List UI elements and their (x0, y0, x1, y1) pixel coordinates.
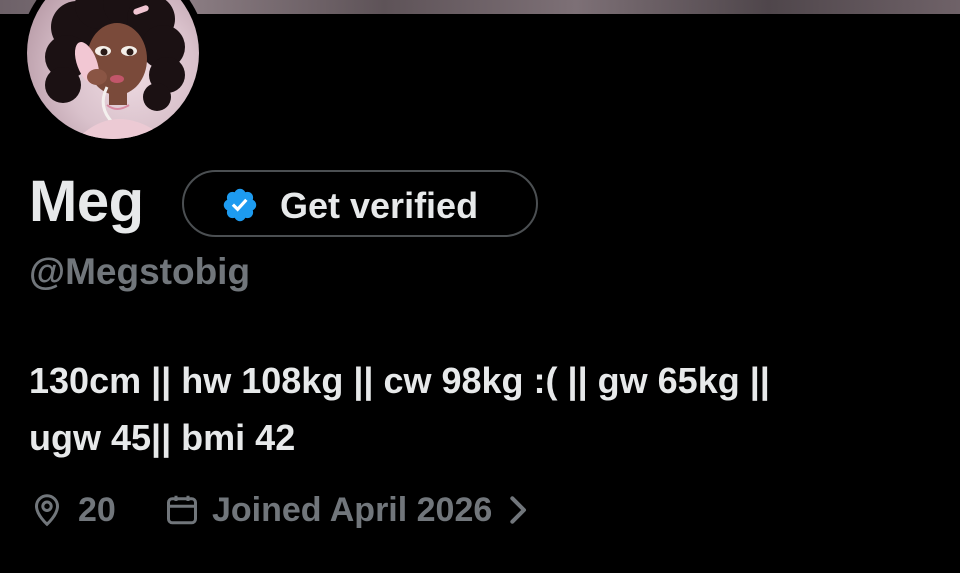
location-item: 20 (29, 486, 116, 534)
profile-name: Meg (29, 169, 144, 234)
joined-date-text: Joined April 2026 (212, 490, 493, 529)
bio-line: ugw 45|| bmi 42 (29, 417, 296, 458)
calendar-icon (167, 495, 197, 525)
verified-badge-icon (223, 188, 257, 222)
avatar-image (27, 0, 199, 139)
joined-date-item[interactable]: Joined April 2026 (164, 486, 530, 534)
chevron-right-icon (510, 496, 527, 524)
get-verified-button[interactable]: Get verified (182, 170, 538, 237)
location-text: 20 (78, 490, 116, 529)
profile-handle: @Megstobig (29, 251, 251, 292)
bio-line: 130cm || hw 108kg || cw 98kg :( || gw 65… (29, 360, 770, 401)
get-verified-label: Get verified (280, 185, 479, 226)
avatar[interactable] (20, 0, 206, 146)
location-pin-icon (34, 494, 60, 527)
profile-bio: 130cm || hw 108kg || cw 98kg :( || gw 65… (29, 352, 929, 466)
